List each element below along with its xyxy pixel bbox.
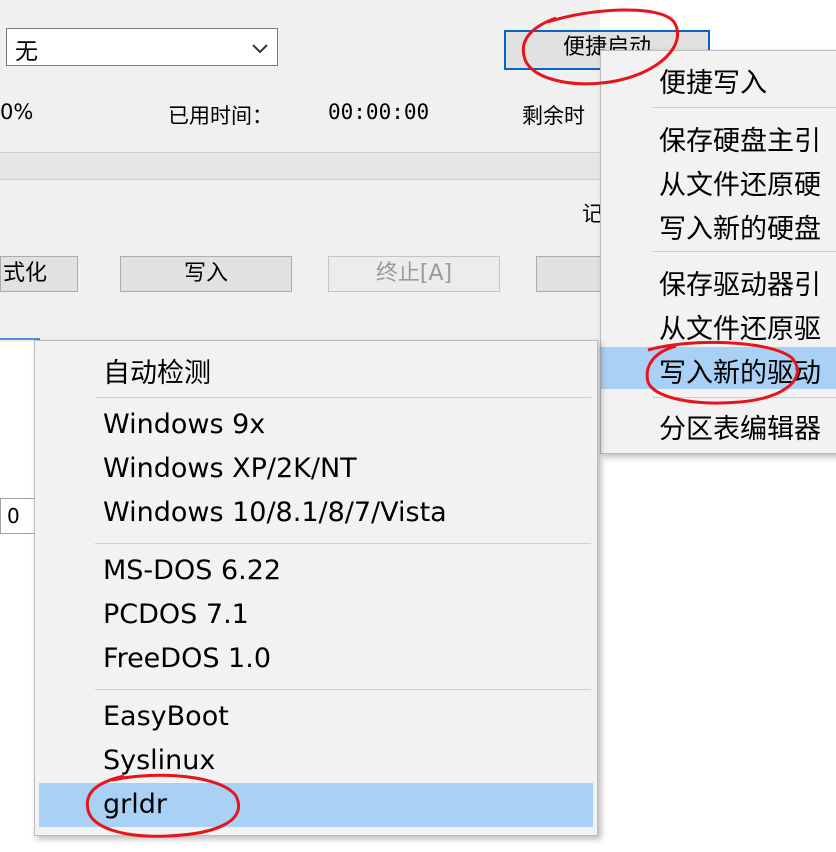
- red-circle-grldr: [85, 773, 241, 838]
- red-annotation-layer: [85, 8, 799, 838]
- red-circle-quick-boot: [521, 8, 680, 86]
- red-circle-write-new-drive: [645, 340, 799, 405]
